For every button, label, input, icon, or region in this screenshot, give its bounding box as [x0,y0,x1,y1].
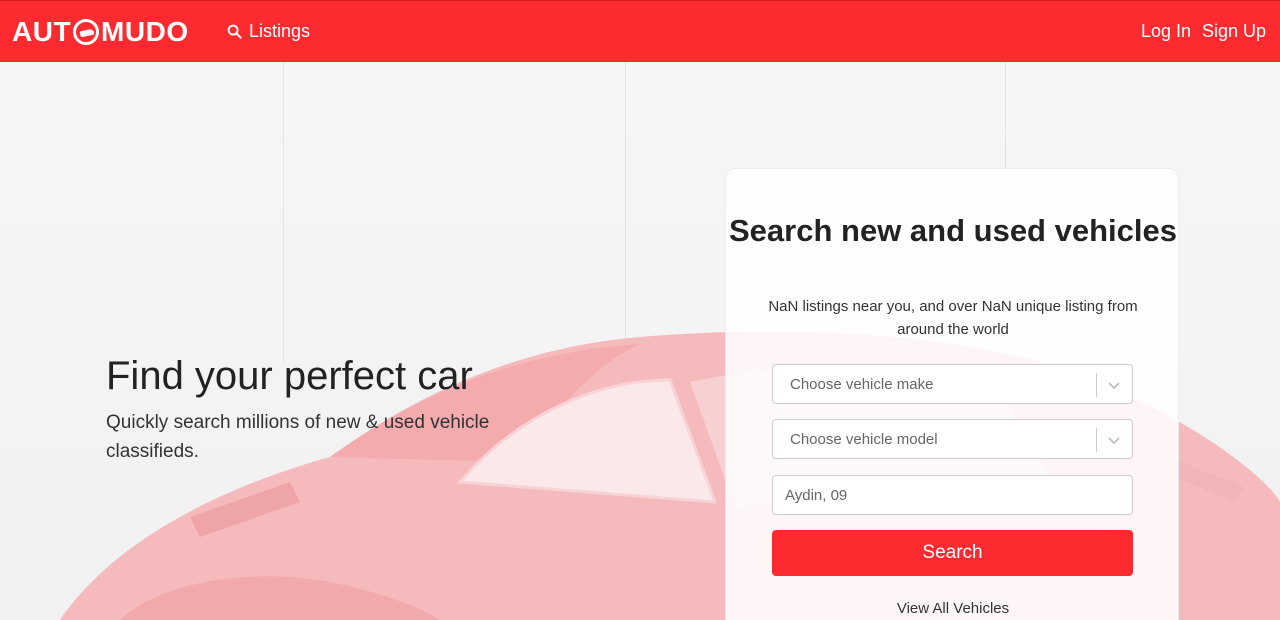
logo-text-left: AUT [12,16,72,47]
nav-listings-link[interactable]: Listings [227,21,310,42]
vehicle-model-select[interactable]: Choose vehicle model [772,419,1133,459]
vehicle-model-placeholder: Choose vehicle model [790,431,938,448]
search-icon [227,24,242,39]
search-card-title: Search new and used vehicles [729,213,1177,248]
hero-title: Find your perfect car [106,354,473,398]
search-button[interactable]: Search [772,530,1133,576]
kangaroo-logo-icon [73,19,100,45]
top-navbar: AUT MUDO Listings Log In Sign Up [0,0,1280,62]
select-separator [1096,373,1097,397]
login-link[interactable]: Log In [1141,21,1191,42]
search-card-description: NaN listings near you, and over NaN uniq… [768,298,1138,338]
chevron-down-icon[interactable] [1106,377,1122,393]
signup-link[interactable]: Sign Up [1202,21,1266,42]
hero-subtitle: Quickly search millions of new & used ve… [106,412,490,462]
vehicle-search-card: Search new and used vehicles NaN listing… [725,168,1179,620]
chevron-down-icon[interactable] [1106,432,1122,448]
view-all-vehicles-link[interactable]: View All Vehicles [726,600,1180,617]
logo-text-right: MUDO [101,16,189,47]
nav-listings-label: Listings [249,21,311,41]
vehicle-make-select[interactable]: Choose vehicle make [772,364,1133,404]
location-input[interactable] [772,475,1133,515]
automudo-logo[interactable]: AUT MUDO [12,16,189,48]
select-separator [1096,428,1097,452]
vehicle-make-placeholder: Choose vehicle make [790,376,934,393]
